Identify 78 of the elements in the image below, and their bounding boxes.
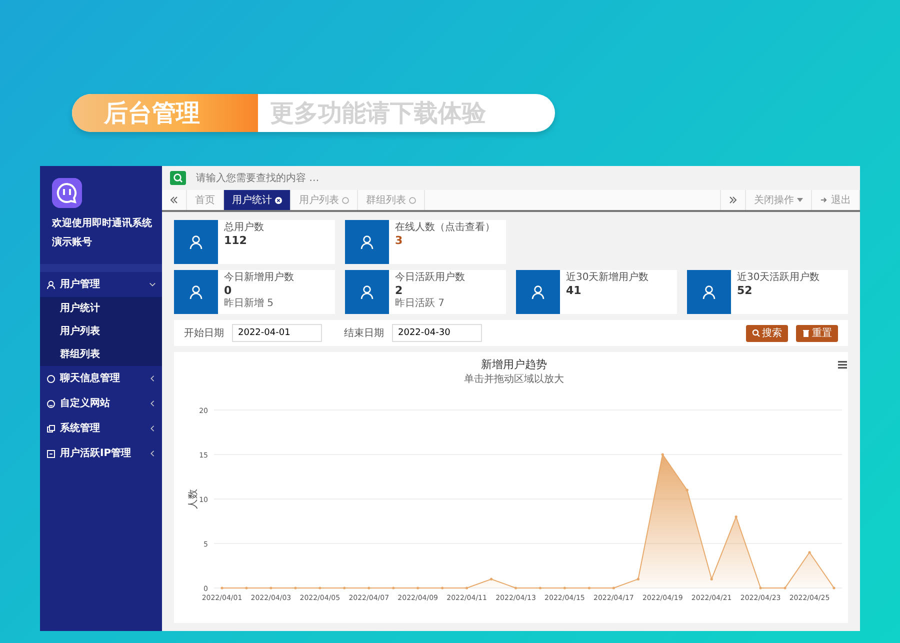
data-point: [808, 551, 811, 554]
data-point: [466, 586, 468, 590]
data-point: [563, 586, 566, 590]
sidebar-menu-item[interactable]: 用户活跃IP管理: [40, 441, 162, 466]
stat-label: 今日活跃用户数: [395, 272, 465, 284]
data-point: [759, 586, 762, 590]
chart-title: 新增用户趋势: [481, 358, 547, 371]
user-icon: [701, 284, 717, 300]
stat-value: 0: [224, 284, 233, 298]
scroll-right-button[interactable]: [720, 190, 746, 210]
user-icon: [359, 284, 375, 300]
data-point: [318, 586, 322, 590]
logout-icon: [820, 196, 828, 204]
submenu-item[interactable]: 用户列表: [40, 320, 162, 343]
data-point: [832, 586, 836, 590]
field-label: 开始日期: [184, 326, 224, 340]
sidebar-menu-item[interactable]: 用户管理: [40, 272, 162, 297]
data-point: [588, 586, 590, 590]
search-button[interactable]: [170, 171, 186, 185]
stat-value: 41: [566, 284, 582, 298]
close-icon[interactable]: [275, 196, 282, 204]
search-button[interactable]: 搜索: [746, 324, 788, 342]
sidebar-menu-item[interactable]: 聊天信息管理: [40, 366, 162, 391]
stat-note: 昨日活跃 7: [395, 298, 446, 310]
tab[interactable]: 用户统计: [224, 190, 291, 210]
data-point: [538, 586, 542, 590]
data-point: [368, 586, 370, 590]
stat-value: 52: [737, 284, 754, 298]
stat-label: 近30天新增用户数: [566, 272, 649, 284]
double-chevron-right-icon: [729, 196, 737, 204]
data-point: [245, 586, 248, 590]
caret-icon: [797, 198, 803, 202]
data-point: [270, 586, 272, 590]
submenu-item[interactable]: 群组列表: [40, 343, 162, 366]
date-field[interactable]: 2022-04-30: [392, 324, 482, 342]
sidebar-menu-item[interactable]: 系统管理: [40, 416, 162, 441]
account-name: 演示账号: [52, 236, 92, 250]
data-point: [490, 578, 493, 580]
user-icon: [530, 284, 546, 300]
user-icon: [359, 234, 375, 250]
data-point: [343, 586, 346, 590]
date-field[interactable]: 2022-04-01: [232, 324, 322, 342]
data-point: [514, 586, 518, 590]
data-point: [734, 516, 738, 518]
chat-logo-icon: [52, 178, 82, 208]
sidebar-menu-item[interactable]: 自定义网站: [40, 391, 162, 416]
search-icon: [752, 329, 760, 337]
reset-icon: [802, 329, 810, 337]
banner-highlight: 后台管理: [72, 94, 258, 132]
data-point: [784, 586, 786, 590]
data-point: [710, 578, 713, 580]
stat-value: 2: [395, 284, 404, 298]
data-point: [416, 586, 420, 590]
chart-subtitle: 单击并拖动区域以放大: [464, 374, 564, 385]
stat-label: 近30天活跃用户数: [737, 272, 820, 284]
stat-label: 总用户数: [224, 222, 264, 234]
user-icon: [188, 234, 204, 250]
welcome-text: 欢迎使用即时通讯系统: [52, 216, 152, 231]
search-field[interactable]: 请输入您需要查找的内容 …: [194, 170, 860, 186]
stat-label: 今日新增用户数: [224, 272, 294, 284]
stat-note: 昨日新增 5: [224, 298, 275, 310]
data-point: [220, 586, 224, 590]
stat-label: 在线人数（点击查看）: [395, 222, 495, 234]
data-point: [392, 586, 395, 590]
field-label: 结束日期: [344, 326, 384, 340]
data-point: [294, 586, 297, 590]
submenu-item[interactable]: 用户统计: [40, 297, 162, 320]
data-point: [661, 453, 664, 456]
data-point: [686, 488, 688, 492]
stat-value: 112: [224, 234, 248, 248]
data-point: [636, 578, 640, 580]
data-point: [441, 586, 444, 590]
user-icon: [188, 284, 204, 300]
reset-button[interactable]: 重置: [796, 324, 838, 342]
double-chevron-left-icon: [170, 196, 178, 204]
stat-value: 3: [395, 234, 404, 248]
data-point: [612, 586, 615, 590]
axis-title: 人数: [188, 489, 199, 509]
